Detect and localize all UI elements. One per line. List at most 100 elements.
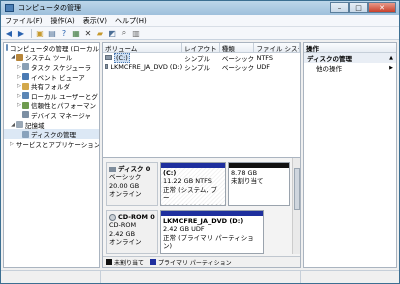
menu-help[interactable]: ヘルプ(H)	[111, 16, 151, 26]
vertical-scrollbar[interactable]	[292, 158, 300, 254]
volume-name: (C:)	[114, 52, 130, 63]
window-title: コンピュータの管理	[18, 4, 81, 12]
status-segment	[1, 271, 101, 283]
partition-size: 2.42 GB UDF	[163, 225, 205, 234]
tree-item-computer-management[interactable]: コンピュータの管理 (ローカル	[4, 43, 99, 53]
menu-action[interactable]: 操作(A)	[47, 16, 79, 26]
volume-layout: シンプル	[184, 63, 210, 72]
tree-item-reliability-performance[interactable]: ▷ 信頼性とパフォーマン	[4, 101, 99, 111]
legend-item: プライマリ パーティション	[150, 258, 232, 267]
tree-item-label: システム ツール	[25, 54, 73, 63]
volume-filesystem: UDF	[256, 62, 270, 71]
volume-list-header: ボリューム レイアウト 種類 ファイル システ	[103, 43, 300, 53]
disk-kind: CD-ROM	[109, 221, 137, 230]
volume-row[interactable]: LKMCFRE_JA_DVD (D:) シンプル ベーシック UDF	[103, 62, 300, 72]
tree-item-label: 信頼性とパフォーマン	[31, 102, 96, 111]
console-tree: コンピュータの管理 (ローカル ◢ システム ツール ▷ タスク スケジューラ …	[3, 42, 100, 268]
column-header-volume[interactable]: ボリューム	[103, 43, 183, 52]
help-icon[interactable]: ?	[59, 28, 69, 38]
forward-arrow-icon[interactable]: ▶	[16, 28, 26, 38]
column-header-type[interactable]: 種類	[220, 43, 255, 52]
search-icon[interactable]: ⌕	[119, 28, 129, 38]
menu-view[interactable]: 表示(V)	[79, 16, 111, 26]
tree-item-task-scheduler[interactable]: ▷ タスク スケジューラ	[4, 62, 99, 72]
computer-icon	[6, 44, 8, 52]
disk-kind: ベーシック	[109, 173, 142, 182]
dvd-volume-icon	[105, 64, 109, 69]
tree-item-label: ローカル ユーザーとグ	[31, 92, 98, 101]
tree-item-label: タスク スケジューラ	[31, 63, 92, 72]
actions-section-label: ディスクの管理	[307, 55, 353, 63]
volume-name: LKMCFRE_JA_DVD (D:)	[110, 62, 183, 71]
tree-item-event-viewer[interactable]: ▷ イベント ビューア	[4, 72, 99, 82]
actions-header: 操作	[304, 43, 396, 53]
actions-section-disk-management[interactable]: ディスクの管理 ▲	[304, 53, 396, 63]
tree-item-label: 共有フォルダ	[31, 83, 70, 92]
disk-label[interactable]: CD-ROM 0 CD-ROM 2.42 GB オンライン	[106, 210, 158, 254]
hard-disk-icon	[109, 166, 116, 172]
disk-status: オンライン	[109, 238, 142, 247]
partition-c[interactable]: (C:) 11.22 GB NTFS 正常 (システム, ブー	[160, 162, 226, 206]
column-header-layout[interactable]: レイアウト	[182, 43, 220, 52]
up-folder-icon[interactable]: ▣	[35, 28, 45, 38]
device-icon	[22, 111, 29, 119]
disk-status: オンライン	[109, 190, 142, 199]
disk-size: 2.42 GB	[109, 229, 136, 238]
back-arrow-icon[interactable]: ◀	[4, 28, 14, 38]
legend-swatch-unallocated	[106, 259, 112, 265]
show-tree-icon[interactable]: ▤	[47, 28, 57, 38]
tree-item-shared-folders[interactable]: ▷ 共有フォルダ	[4, 81, 99, 91]
folder-icon[interactable]: ▰	[95, 28, 105, 38]
disk-label[interactable]: ディスク 0 ベーシック 20.00 GB オンライン	[106, 162, 158, 206]
users-icon	[22, 92, 29, 100]
partition-title: (C:)	[163, 169, 177, 177]
legend-item: 未割り当て	[106, 258, 144, 267]
disk-name: CD-ROM 0	[118, 213, 155, 221]
minimize-button[interactable]: –	[330, 2, 349, 13]
menu-file[interactable]: ファイル(F)	[1, 16, 47, 26]
legend-swatch-primary	[150, 259, 157, 265]
disk-size: 20.00 GB	[109, 181, 140, 190]
disk-icon[interactable]: ▥	[131, 28, 141, 38]
computer-management-icon	[5, 4, 14, 12]
performance-icon	[22, 101, 29, 109]
tree-item-label: 記憶域	[25, 121, 45, 130]
tree-item-label: サービスとアプリケーション	[15, 140, 100, 149]
tree-item-services-applications[interactable]: ▷ サービスとアプリケーション	[4, 139, 99, 149]
partition-status: 未割り当て	[231, 177, 264, 186]
window-controls: – □ ✕	[330, 2, 396, 13]
expand-icon[interactable]: ▷	[10, 141, 14, 147]
status-bar	[1, 270, 399, 283]
volume-icon	[105, 55, 112, 60]
disk-management-pane: ボリューム レイアウト 種類 ファイル システ (C:) シンプル ベーシック …	[102, 42, 301, 268]
close-button[interactable]: ✕	[368, 2, 396, 13]
save-icon[interactable]: ◩	[107, 28, 117, 38]
partition-status: 正常 (システム, ブー	[163, 185, 218, 203]
tools-icon	[16, 53, 23, 61]
tree-item-storage[interactable]: ◢ 記憶域	[4, 120, 99, 130]
tree-item-device-manager[interactable]: デバイス マネージャ	[4, 110, 99, 120]
action-label: 他の操作	[316, 65, 342, 73]
legend-label: プライマリ パーティション	[158, 259, 232, 267]
legend-label: 未割り当て	[114, 259, 145, 267]
menu-bar: ファイル(F) 操作(A) 表示(V) ヘルプ(H)	[1, 15, 399, 27]
properties-icon[interactable]: ▦	[71, 28, 81, 38]
scrollbar-thumb[interactable]	[294, 168, 300, 210]
volume-type: ベーシック	[221, 63, 255, 72]
cd-rom-icon	[109, 213, 116, 221]
tree-item-local-users[interactable]: ▷ ローカル ユーザーとグ	[4, 91, 99, 101]
tree-item-system-tools[interactable]: ◢ システム ツール	[4, 53, 99, 63]
partition-unallocated[interactable]: 8.78 GB 未割り当て	[228, 162, 290, 206]
maximize-button[interactable]: □	[349, 2, 368, 13]
event-icon	[22, 73, 29, 81]
title-bar[interactable]: コンピュータの管理 – □ ✕	[1, 1, 399, 15]
collapse-arrow-icon[interactable]: ▲	[389, 55, 393, 61]
action-more-actions[interactable]: 他の操作 ▶	[304, 63, 396, 73]
delete-icon[interactable]: ✕	[83, 28, 93, 38]
tree-item-disk-management[interactable]: ディスクの管理	[4, 129, 99, 139]
volume-filesystem: NTFS	[256, 53, 274, 62]
column-header-filesystem[interactable]: ファイル システ	[254, 43, 300, 52]
tree-item-label: デバイス マネージャ	[31, 111, 91, 120]
partition-dvd[interactable]: LKMCFRE_JA_DVD (D:) 2.42 GB UDF 正常 (プライマ…	[160, 210, 264, 254]
graphical-disk-view: ディスク 0 ベーシック 20.00 GB オンライン (C:) 11.22 G…	[103, 157, 300, 267]
